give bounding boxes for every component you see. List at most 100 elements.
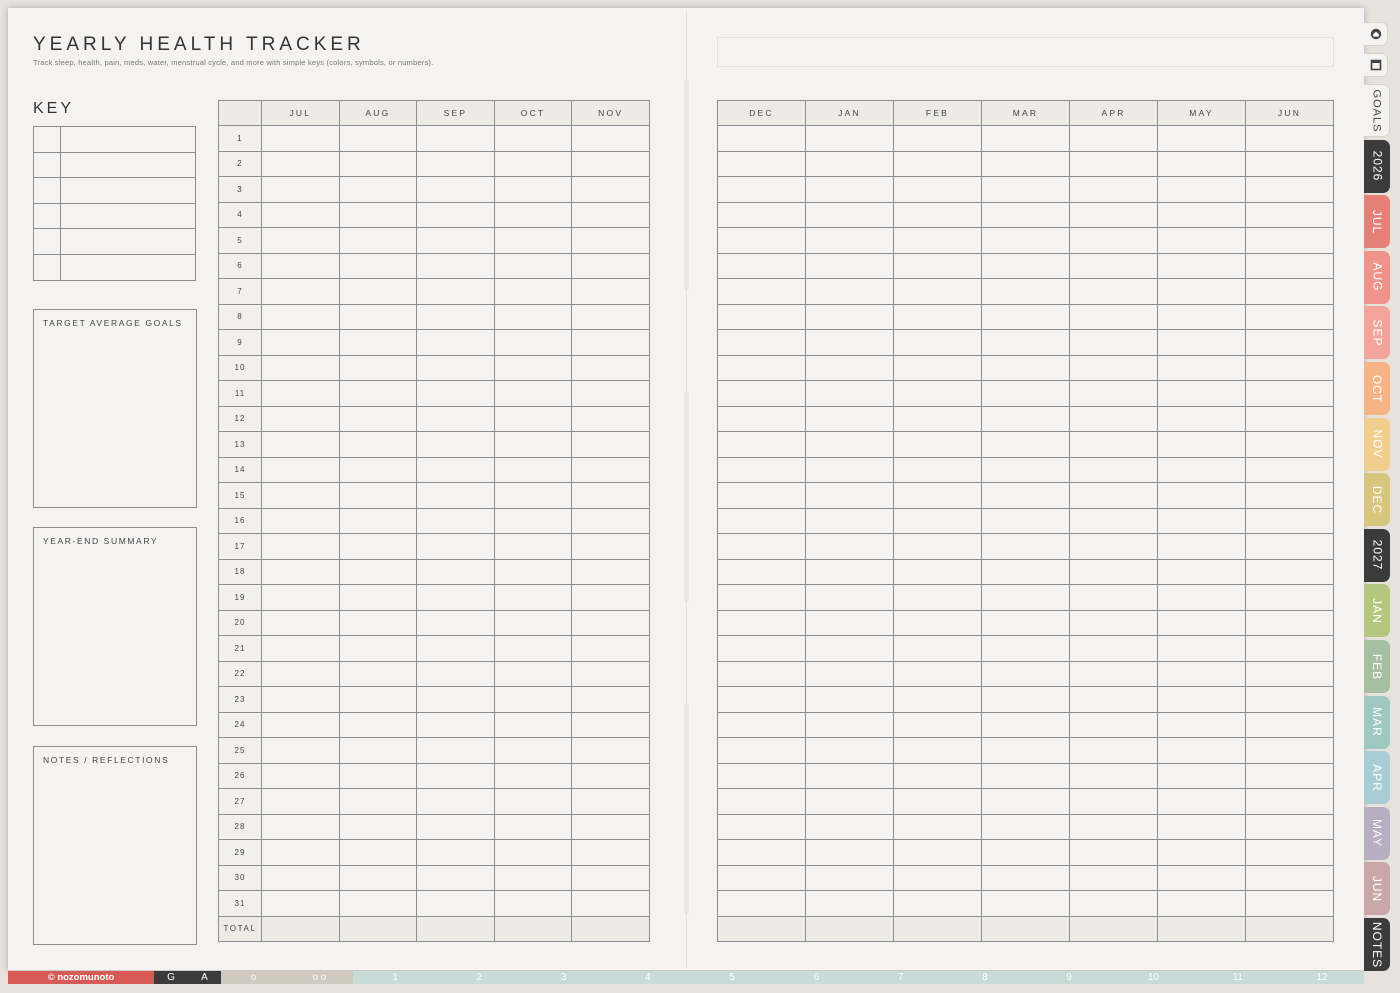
- tracker-cell[interactable]: [1069, 584, 1158, 611]
- tracker-cell[interactable]: [571, 584, 650, 611]
- tracker-cell[interactable]: [1157, 303, 1246, 330]
- tracker-cell[interactable]: [261, 711, 340, 738]
- tracker-cell[interactable]: [893, 150, 982, 177]
- tracker-cell[interactable]: [571, 278, 650, 305]
- tracker-cell[interactable]: [893, 890, 982, 917]
- tracker-cell[interactable]: [338, 431, 418, 458]
- tracker-cell[interactable]: [717, 660, 806, 687]
- tracker-cell[interactable]: [571, 813, 650, 840]
- tracker-cell[interactable]: [1245, 813, 1334, 840]
- tracker-cell[interactable]: [571, 635, 650, 662]
- tracker-cell[interactable]: [338, 380, 418, 407]
- tracker-cell[interactable]: [571, 533, 650, 560]
- total-cell[interactable]: [261, 915, 340, 942]
- tracker-cell[interactable]: [571, 431, 650, 458]
- tracker-cell[interactable]: [571, 864, 650, 891]
- tracker-cell[interactable]: [1069, 125, 1158, 152]
- tracker-cell[interactable]: [981, 558, 1070, 585]
- tracker-cell[interactable]: [805, 711, 894, 738]
- tracker-cell[interactable]: [893, 176, 982, 203]
- tracker-cell[interactable]: [717, 456, 806, 483]
- tracker-cell[interactable]: [493, 303, 573, 330]
- tracker-cell[interactable]: [981, 380, 1070, 407]
- tracker-cell[interactable]: [1069, 660, 1158, 687]
- tracker-cell[interactable]: [493, 252, 573, 279]
- tracker-cell[interactable]: [805, 635, 894, 662]
- tracker-cell[interactable]: [893, 354, 982, 381]
- tracker-cell[interactable]: [1069, 303, 1158, 330]
- tracker-cell[interactable]: [338, 635, 418, 662]
- tracker-cell[interactable]: [261, 864, 340, 891]
- tracker-cell[interactable]: [493, 125, 573, 152]
- tracker-cell[interactable]: [805, 533, 894, 560]
- tracker-cell[interactable]: [717, 533, 806, 560]
- tracker-cell[interactable]: [338, 711, 418, 738]
- tracker-cell[interactable]: [338, 686, 418, 713]
- tracker-cell[interactable]: [1245, 456, 1334, 483]
- tracker-cell[interactable]: [1069, 533, 1158, 560]
- tracker-cell[interactable]: [416, 456, 495, 483]
- tracker-cell[interactable]: [493, 176, 573, 203]
- tracker-cell[interactable]: [338, 864, 418, 891]
- tracker-cell[interactable]: [261, 788, 340, 815]
- tracker-cell[interactable]: [571, 711, 650, 738]
- tracker-cell[interactable]: [416, 660, 495, 687]
- tracker-cell[interactable]: [1069, 762, 1158, 789]
- tracker-cell[interactable]: [981, 609, 1070, 636]
- tracker-cell[interactable]: [717, 558, 806, 585]
- tracker-cell[interactable]: [805, 380, 894, 407]
- tracker-cell[interactable]: [571, 252, 650, 279]
- tracker-cell[interactable]: [717, 125, 806, 152]
- tracker-cell[interactable]: [805, 456, 894, 483]
- total-cell[interactable]: [493, 915, 573, 942]
- tracker-cell[interactable]: [1069, 890, 1158, 917]
- tracker-cell[interactable]: [261, 839, 340, 866]
- tracker-cell[interactable]: [717, 278, 806, 305]
- tracker-cell[interactable]: [416, 788, 495, 815]
- tracker-cell[interactable]: [416, 482, 495, 509]
- tracker-cell[interactable]: [571, 227, 650, 254]
- tracker-cell[interactable]: [493, 762, 573, 789]
- tracker-cell[interactable]: [717, 354, 806, 381]
- tracker-cell[interactable]: [893, 201, 982, 228]
- bottom-nav-item[interactable]: 4: [605, 971, 690, 984]
- key-label-cell[interactable]: [60, 253, 196, 281]
- key-swatch[interactable]: [33, 126, 61, 153]
- tracker-cell[interactable]: [493, 788, 573, 815]
- bottom-nav-item[interactable]: 11: [1195, 971, 1280, 984]
- tracker-cell[interactable]: [717, 813, 806, 840]
- tracker-cell[interactable]: [893, 431, 982, 458]
- tracker-cell[interactable]: [893, 686, 982, 713]
- tracker-cell[interactable]: [338, 890, 418, 917]
- tracker-cell[interactable]: [493, 558, 573, 585]
- tracker-cell[interactable]: [416, 609, 495, 636]
- tracker-cell[interactable]: [416, 635, 495, 662]
- tracker-cell[interactable]: [493, 737, 573, 764]
- tracker-cell[interactable]: [717, 201, 806, 228]
- tracker-cell[interactable]: [416, 278, 495, 305]
- tracker-cell[interactable]: [571, 380, 650, 407]
- tracker-cell[interactable]: [981, 278, 1070, 305]
- tracker-cell[interactable]: [571, 686, 650, 713]
- key-label-cell[interactable]: [60, 126, 196, 153]
- tracker-cell[interactable]: [1069, 380, 1158, 407]
- tracker-cell[interactable]: [1245, 660, 1334, 687]
- tracker-cell[interactable]: [717, 482, 806, 509]
- tracker-cell[interactable]: [1245, 482, 1334, 509]
- tracker-cell[interactable]: [1157, 686, 1246, 713]
- tracker-cell[interactable]: [416, 839, 495, 866]
- tracker-cell[interactable]: [1069, 354, 1158, 381]
- tracker-cell[interactable]: [981, 456, 1070, 483]
- tracker-cell[interactable]: [261, 252, 340, 279]
- tracker-cell[interactable]: [981, 635, 1070, 662]
- tracker-cell[interactable]: [1069, 635, 1158, 662]
- tracker-cell[interactable]: [416, 150, 495, 177]
- tracker-cell[interactable]: [1069, 864, 1158, 891]
- tracker-cell[interactable]: [805, 227, 894, 254]
- tracker-cell[interactable]: [805, 201, 894, 228]
- tracker-cell[interactable]: [261, 431, 340, 458]
- tracker-cell[interactable]: [1157, 329, 1246, 356]
- tracker-cell[interactable]: [805, 125, 894, 152]
- tracker-cell[interactable]: [338, 176, 418, 203]
- tracker-cell[interactable]: [981, 813, 1070, 840]
